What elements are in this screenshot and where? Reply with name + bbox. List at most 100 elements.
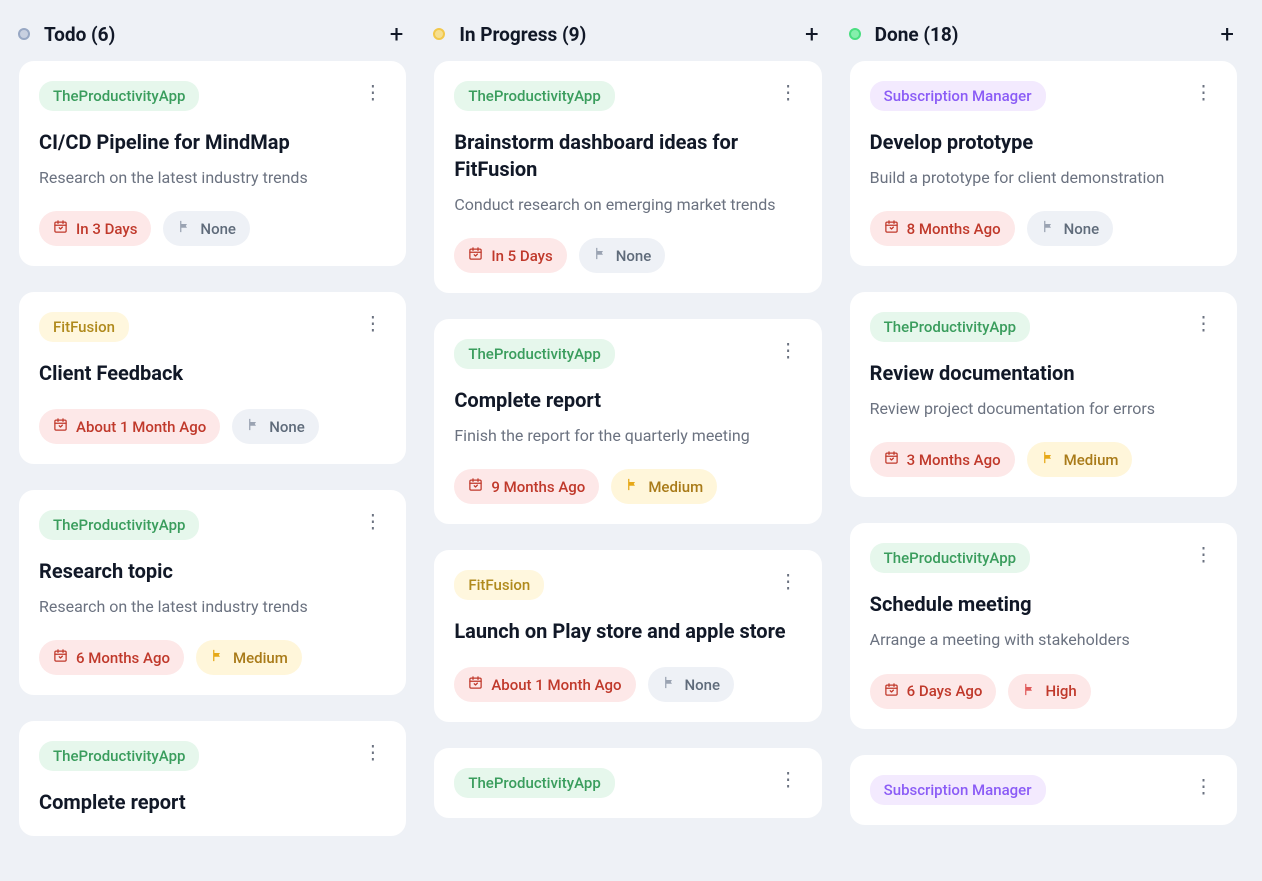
priority-chip[interactable]: High [1008,674,1090,709]
task-card[interactable]: FitFusion ⋮ Client Feedback About 1 Month A… [18,291,407,465]
column-header: Todo (6) + [18,20,413,60]
column-done: Done (18)+Subscription Manager⋮Develop p… [849,20,1244,861]
calendar-icon [884,450,899,469]
card-more-icon[interactable]: ⋮ [1190,775,1217,798]
priority-chip[interactable]: None [232,409,319,444]
priority-chip[interactable]: Medium [611,469,717,504]
flag-icon [210,648,225,667]
card-more-icon[interactable]: ⋮ [1190,81,1217,104]
add-card-button[interactable]: + [1214,22,1240,46]
project-tag[interactable]: TheProductivityApp [454,81,614,111]
task-card[interactable]: FitFusion⋮Launch on Play store and apple… [433,549,822,723]
due-date-chip[interactable]: About 1 Month Ago [454,667,635,702]
card-more-icon[interactable]: ⋮ [359,510,386,533]
project-tag[interactable]: FitFusion [39,312,129,342]
task-card[interactable]: Subscription Manager ⋮ [849,754,1238,826]
calendar-icon [53,219,68,238]
add-card-button[interactable]: + [799,22,825,46]
task-card[interactable]: Subscription Manager⋮Develop prototypeBu… [849,60,1238,267]
due-date-text: 9 Months Ago [491,478,585,496]
calendar-icon [468,246,483,265]
priority-text: None [269,418,305,436]
project-tag[interactable]: TheProductivityApp [454,768,614,798]
project-tag[interactable]: Subscription Manager [870,81,1046,111]
priority-text: None [616,247,652,265]
card-more-icon[interactable]: ⋮ [1190,312,1217,335]
task-card[interactable]: TheProductivityApp ⋮ Brainstorm dashboard … [433,60,822,294]
status-dot-icon [433,28,445,40]
task-card[interactable]: TheProductivityApp⋮Complete report [18,720,407,837]
card-more-icon[interactable]: ⋮ [359,741,386,764]
task-card[interactable]: TheProductivityApp⋮Schedule meetingArran… [849,522,1238,729]
priority-chip[interactable]: None [648,667,735,702]
task-card[interactable]: TheProductivityApp ⋮ [433,747,822,819]
task-card[interactable]: TheProductivityApp⋮Complete reportFinish… [433,318,822,525]
project-tag[interactable]: TheProductivityApp [39,510,199,540]
card-more-icon[interactable]: ⋮ [1190,543,1217,566]
column-scroll[interactable]: Subscription Manager⋮Develop prototypeBu… [849,60,1244,861]
priority-text: Medium [1064,451,1119,469]
due-date-chip[interactable]: 6 Days Ago [870,674,997,709]
card-more-icon[interactable]: ⋮ [775,570,802,593]
due-date-chip[interactable]: About 1 Month Ago [39,409,220,444]
due-date-text: In 5 Days [491,247,552,265]
card-title: CI/CD Pipeline for MindMap [39,129,386,156]
card-title: Brainstorm dashboard ideas for FitFusion [454,129,801,183]
project-tag[interactable]: TheProductivityApp [39,81,199,111]
card-title: Review documentation [870,360,1217,387]
card-description: Research on the latest industry trends [39,595,386,618]
priority-chip[interactable]: None [1027,211,1114,246]
flag-icon [1041,219,1056,238]
add-card-button[interactable]: + [384,22,410,46]
project-tag[interactable]: TheProductivityApp [39,741,199,771]
card-top: TheProductivityApp ⋮ [870,543,1217,573]
status-dot-icon [849,28,861,40]
project-tag[interactable]: TheProductivityApp [454,339,614,369]
due-date-chip[interactable]: In 5 Days [454,238,566,273]
card-description: Build a prototype for client demonstrati… [870,166,1217,189]
priority-text: Medium [648,478,703,496]
priority-text: Medium [233,649,288,667]
project-tag[interactable]: FitFusion [454,570,544,600]
task-card[interactable]: TheProductivityApp⋮Research topicResearc… [18,489,407,696]
flag-icon [246,417,261,436]
task-card[interactable]: TheProductivityApp⋮Review documentationR… [849,291,1238,498]
due-date-chip[interactable]: 6 Months Ago [39,640,184,675]
due-date-chip[interactable]: In 3 Days [39,211,151,246]
card-more-icon[interactable]: ⋮ [775,339,802,362]
priority-text: None [200,220,236,238]
column-header: In Progress (9)+ [433,20,828,60]
due-date-chip[interactable]: 8 Months Ago [870,211,1015,246]
due-date-text: 6 Months Ago [76,649,170,667]
flag-icon [662,675,677,694]
column-scroll[interactable]: TheProductivityApp ⋮ CI/CD Pipeline for Mi… [18,60,413,861]
card-title: Complete report [454,387,801,414]
project-tag[interactable]: TheProductivityApp [870,312,1030,342]
project-tag[interactable]: TheProductivityApp [870,543,1030,573]
column-scroll[interactable]: TheProductivityApp ⋮ Brainstorm dashboard … [433,60,828,861]
priority-chip[interactable]: Medium [196,640,302,675]
status-dot-icon [18,28,30,40]
priority-chip[interactable]: Medium [1027,442,1133,477]
project-tag[interactable]: Subscription Manager [870,775,1046,805]
due-date-text: In 3 Days [76,220,137,238]
card-top: TheProductivityApp ⋮ [39,741,386,771]
kanban-board: Todo (6) + TheProductivityApp ⋮ CI/CD Pipeli… [0,0,1262,881]
card-description: Research on the latest industry trends [39,166,386,189]
flag-icon [593,246,608,265]
flag-icon [625,477,640,496]
priority-chip[interactable]: None [579,238,666,273]
due-date-chip[interactable]: 3 Months Ago [870,442,1015,477]
due-date-chip[interactable]: 9 Months Ago [454,469,599,504]
card-title: Client Feedback [39,360,386,387]
card-top: TheProductivityApp ⋮ [39,510,386,540]
card-description: Conduct research on emerging market tren… [454,193,801,216]
priority-chip[interactable]: None [163,211,250,246]
card-more-icon[interactable]: ⋮ [775,81,802,104]
card-more-icon[interactable]: ⋮ [775,768,802,791]
task-card[interactable]: TheProductivityApp ⋮ CI/CD Pipeline for Mi… [18,60,407,267]
column-title: Todo (6) [44,23,115,46]
card-more-icon[interactable]: ⋮ [359,81,386,104]
chip-row: 6 Days Ago High [870,674,1217,709]
card-more-icon[interactable]: ⋮ [359,312,386,335]
